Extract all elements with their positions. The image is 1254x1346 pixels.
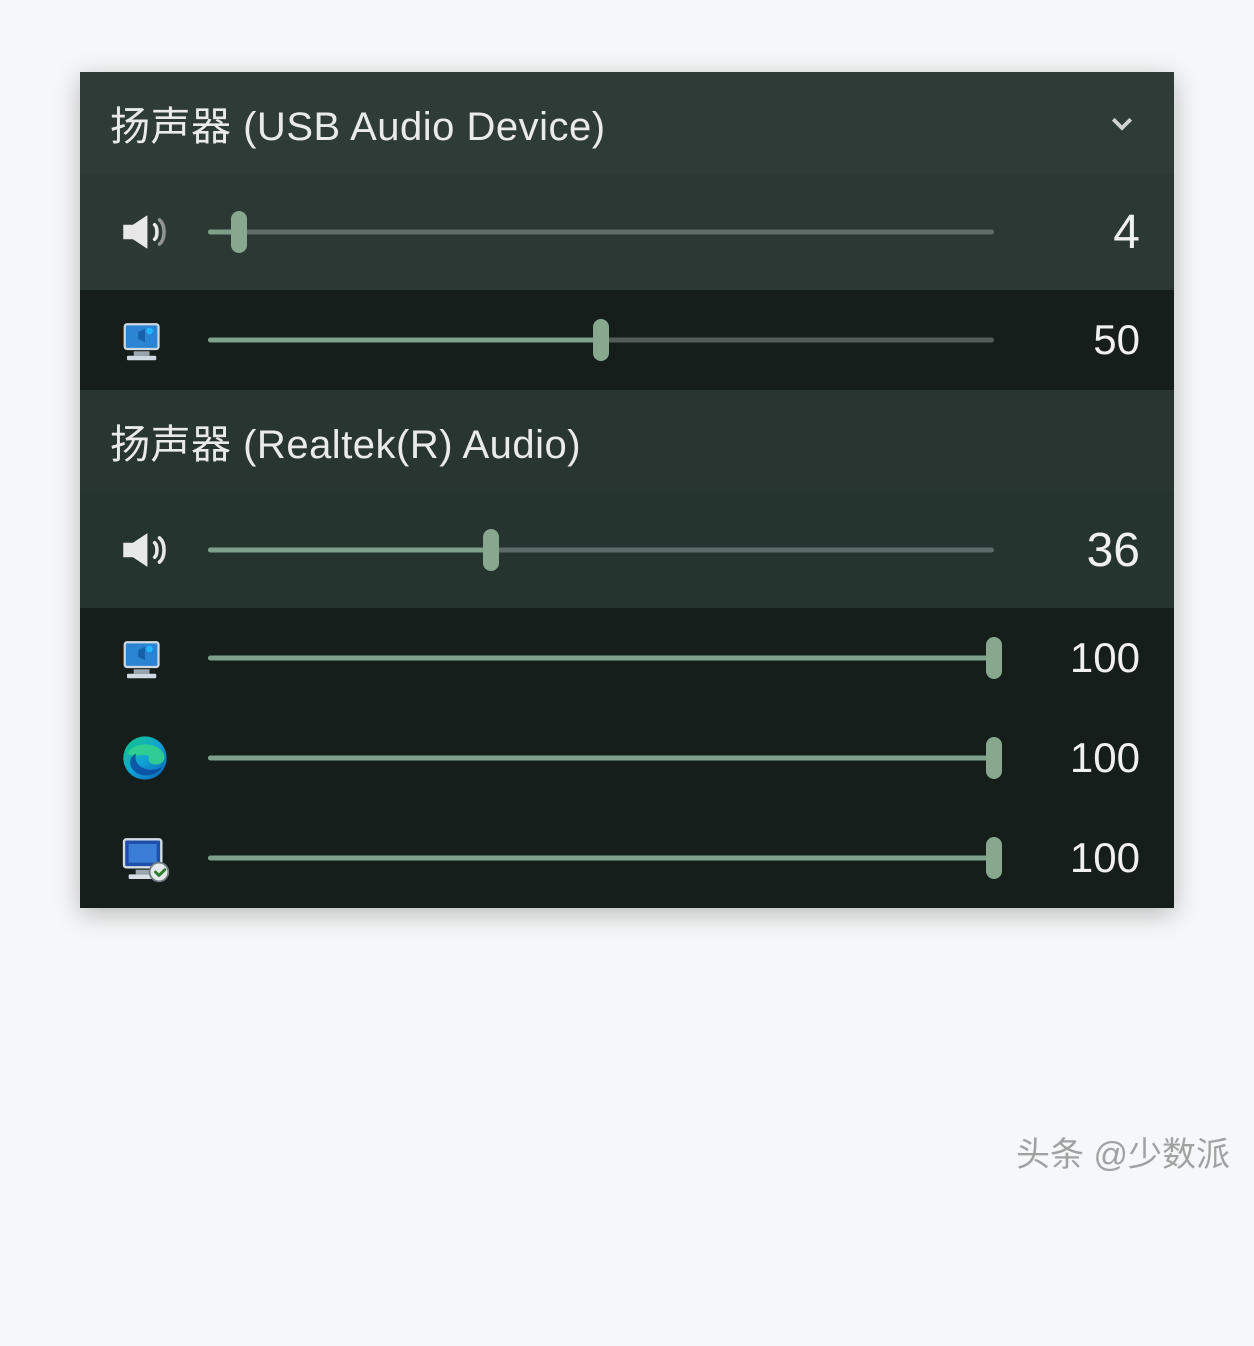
device-label: 扬声器 (USB Audio Device): [110, 94, 606, 152]
edge-browser-icon[interactable]: [108, 726, 182, 790]
app-volume-slider[interactable]: [208, 738, 994, 778]
master-volume-value: 36: [1020, 523, 1140, 578]
speaker-icon[interactable]: [108, 200, 182, 264]
system-sounds-icon[interactable]: [108, 308, 182, 372]
master-volume-row: 36: [80, 492, 1174, 608]
watermark-text: 头条 @少数派: [1016, 1127, 1230, 1176]
app-volume-slider[interactable]: [208, 320, 994, 360]
device-header[interactable]: 扬声器 (USB Audio Device): [80, 72, 1174, 174]
app-volume-slider[interactable]: [208, 638, 994, 678]
app-volume-value: 100: [1020, 734, 1140, 782]
device-label: 扬声器 (Realtek(R) Audio): [110, 412, 581, 470]
device-header[interactable]: 扬声器 (Realtek(R) Audio): [80, 390, 1174, 492]
app-volume-value: 100: [1020, 834, 1140, 882]
master-volume-row: 4: [80, 174, 1174, 290]
app-volume-slider[interactable]: [208, 838, 994, 878]
remote-desktop-icon[interactable]: [108, 826, 182, 890]
master-volume-slider[interactable]: [208, 212, 994, 252]
app-volume-value: 100: [1020, 634, 1140, 682]
system-sounds-icon[interactable]: [108, 626, 182, 690]
master-volume-value: 4: [1020, 205, 1140, 260]
master-volume-slider[interactable]: [208, 530, 994, 570]
app-volume-list: 50: [80, 290, 1174, 390]
volume-mixer-panel: 扬声器 (USB Audio Device) 4: [80, 72, 1174, 908]
app-volume-list: 100: [80, 608, 1174, 908]
chevron-down-icon[interactable]: [1104, 105, 1140, 141]
app-volume-row: 100: [80, 708, 1174, 808]
app-volume-row: 100: [80, 608, 1174, 708]
speaker-icon[interactable]: [108, 518, 182, 582]
app-volume-row: 100: [80, 808, 1174, 908]
app-volume-row: 50: [80, 290, 1174, 390]
app-volume-value: 50: [1020, 316, 1140, 364]
